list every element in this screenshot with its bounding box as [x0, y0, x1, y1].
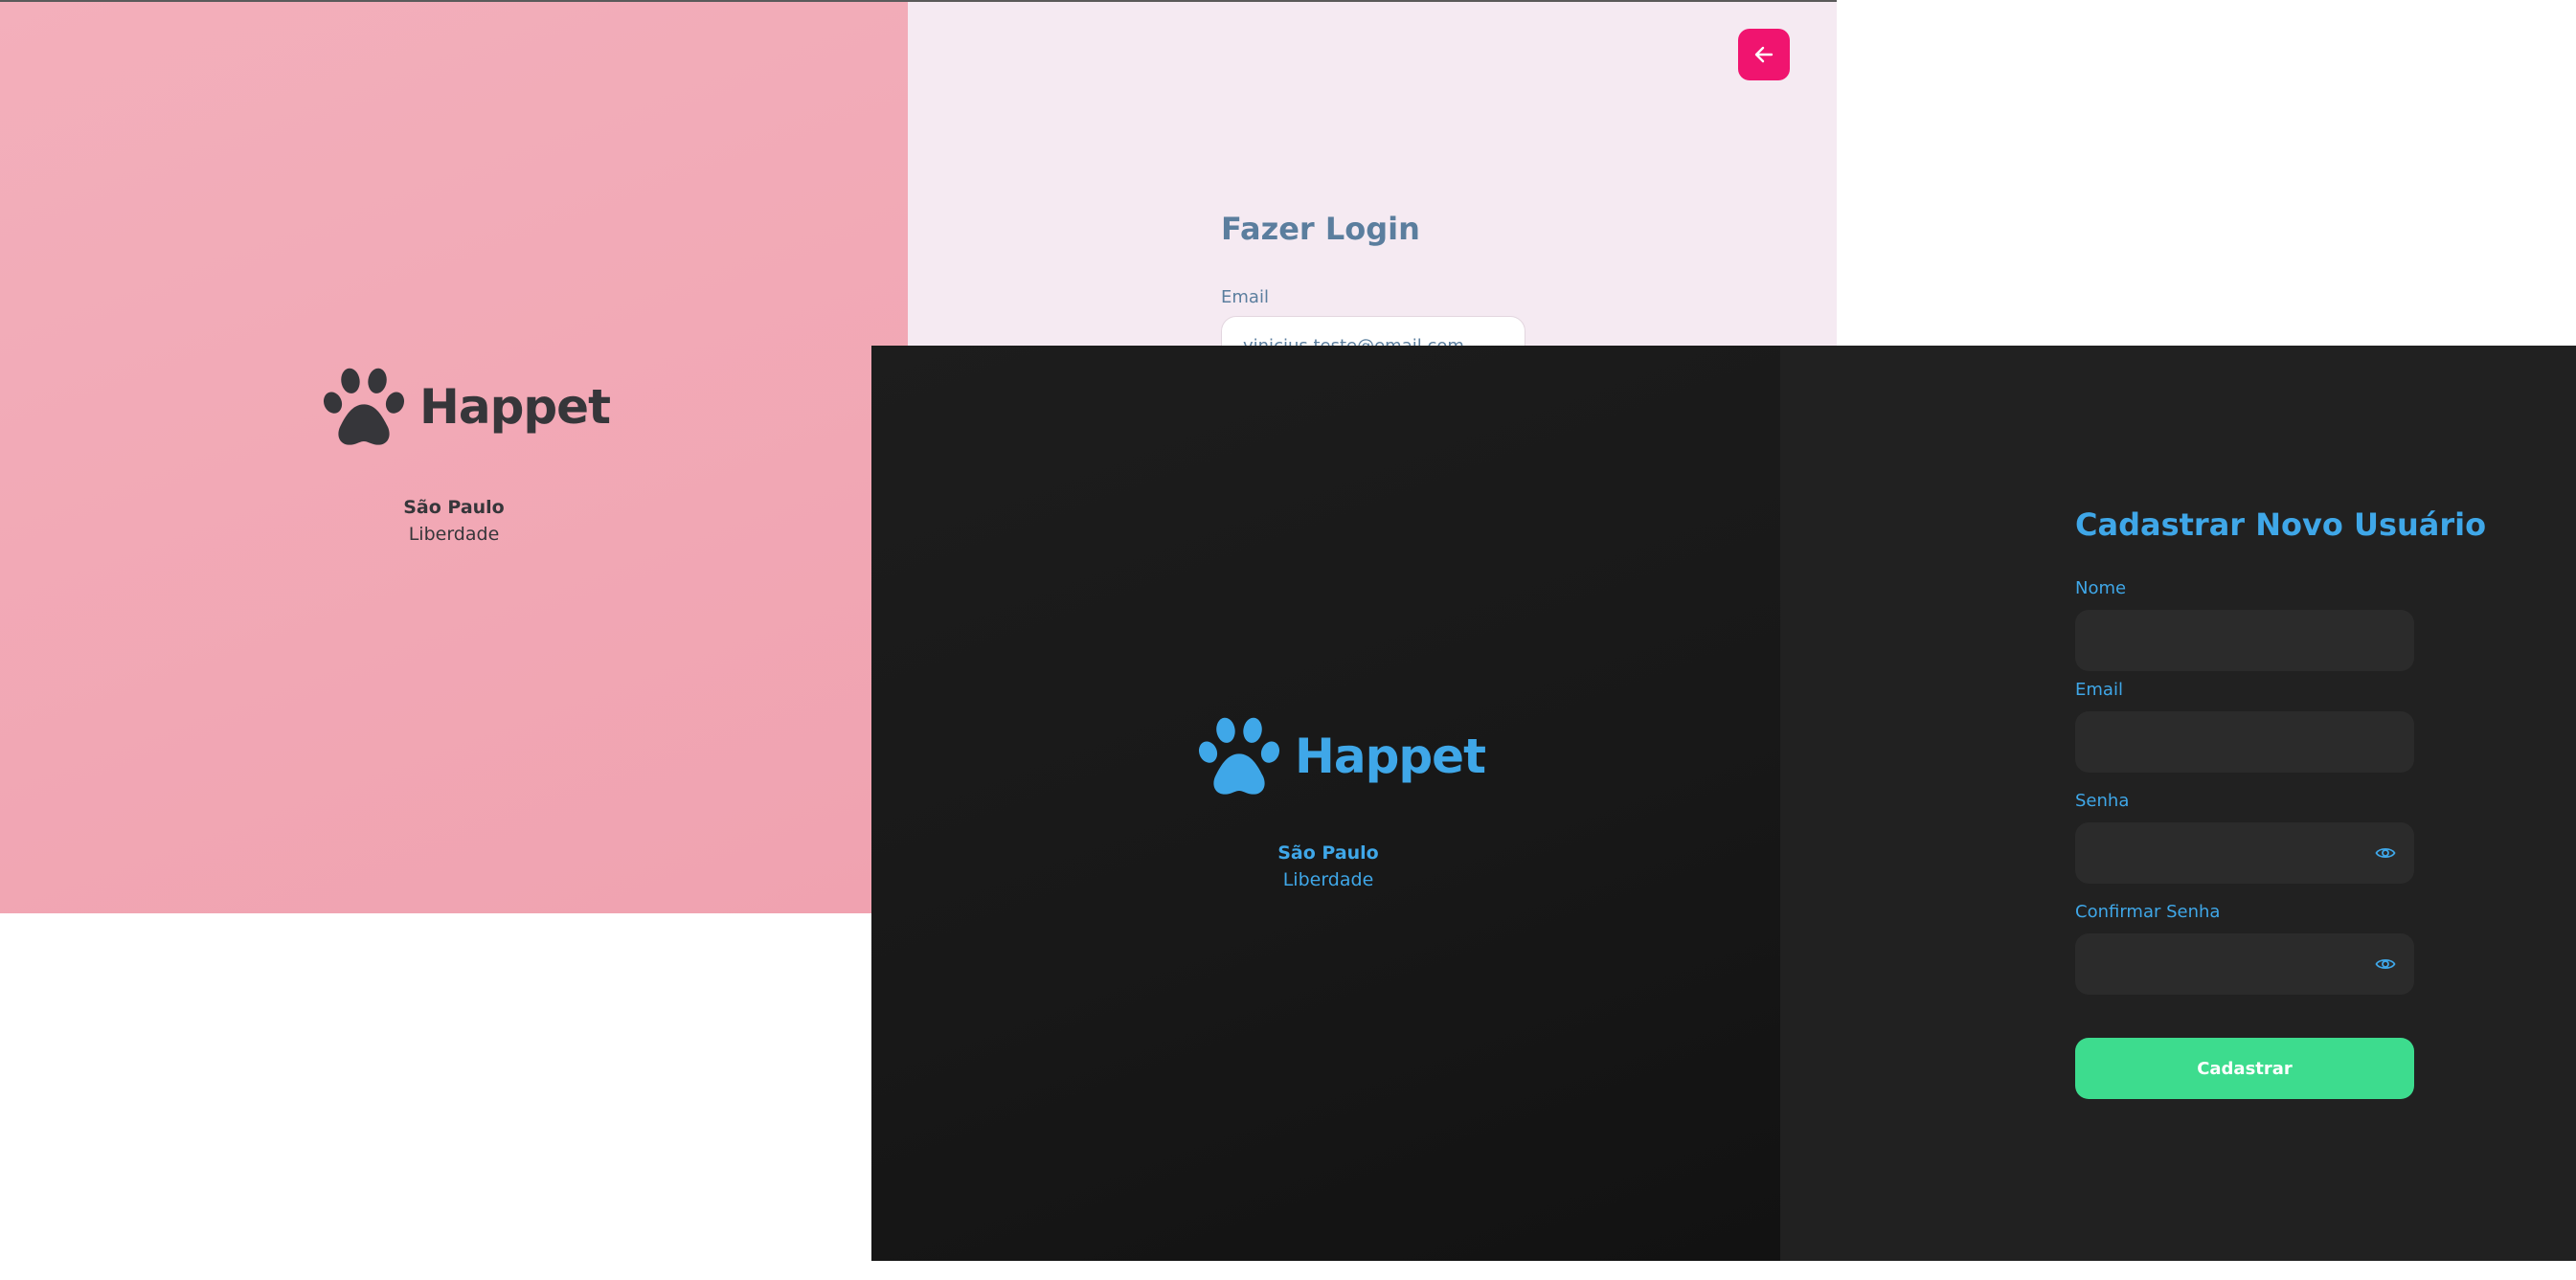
eye-icon: [2375, 847, 2396, 859]
brand-logo: Happet: [1197, 715, 1486, 797]
senha-field: [2075, 822, 2414, 884]
register-brand-panel: Happet São Paulo Liberdade: [871, 346, 1780, 1261]
register-title: Cadastrar Novo Usuário: [2075, 506, 2487, 543]
senha-label: Senha: [2075, 791, 2130, 811]
nome-field: [2075, 610, 2414, 671]
brand-name: Happet: [419, 379, 611, 435]
confirmar-senha-label: Confirmar Senha: [2075, 902, 2221, 922]
brand-city: São Paulo: [403, 497, 505, 518]
show-password-toggle[interactable]: [2374, 842, 2397, 864]
email-input[interactable]: [2075, 711, 2362, 773]
email-field: [2075, 711, 2414, 773]
login-email-label: Email: [1221, 287, 1269, 307]
paw-icon: [1198, 717, 1280, 795]
login-title: Fazer Login: [1221, 211, 1420, 247]
confirmar-senha-input[interactable]: [2075, 933, 2362, 995]
email-label: Email: [2075, 680, 2123, 700]
paw-icon: [323, 368, 405, 445]
senha-input[interactable]: [2075, 822, 2362, 884]
register-form-panel: [1780, 346, 2576, 1261]
nome-label: Nome: [2075, 578, 2127, 598]
brand-name: Happet: [1295, 729, 1486, 784]
show-confirm-password-toggle[interactable]: [2374, 954, 2397, 975]
brand-city: São Paulo: [1277, 842, 1379, 864]
nome-input[interactable]: [2075, 610, 2362, 671]
login-brand-panel: Happet São Paulo Liberdade: [0, 2, 908, 913]
arrow-left-icon: [1754, 46, 1774, 63]
brand-location: São Paulo Liberdade: [1213, 840, 1443, 893]
desktop-stage: Happet São Paulo Liberdade Fazer Login E…: [0, 0, 2576, 1280]
register-window: Happet São Paulo Liberdade Cadastrar Nov…: [871, 346, 2576, 1261]
brand-district: Liberdade: [1282, 869, 1374, 890]
back-button[interactable]: [1738, 29, 1790, 80]
brand-district: Liberdade: [408, 524, 500, 545]
brand-logo: Happet: [322, 366, 611, 448]
brand-location: São Paulo Liberdade: [339, 494, 569, 548]
eye-icon: [2375, 958, 2396, 970]
cadastrar-button[interactable]: Cadastrar: [2075, 1038, 2414, 1099]
confirmar-senha-field: [2075, 933, 2414, 995]
